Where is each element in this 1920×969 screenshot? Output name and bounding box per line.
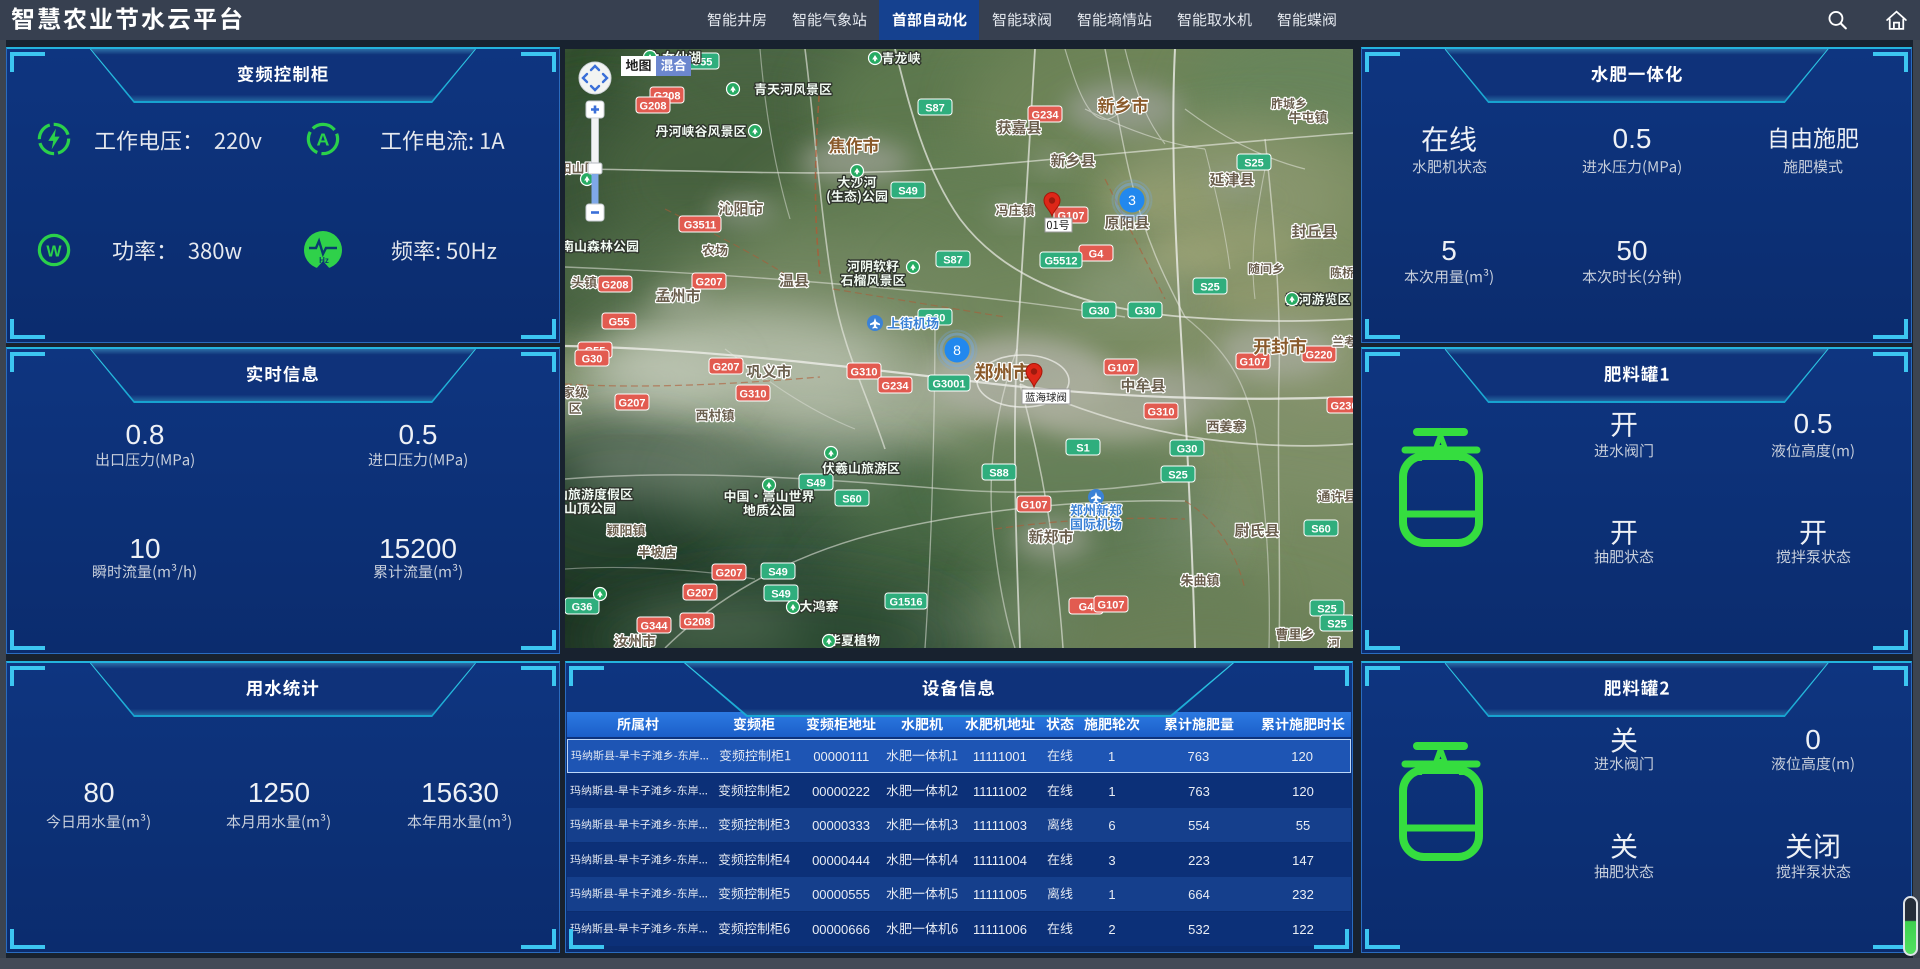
svg-text:G30: G30 [1089, 306, 1110, 318]
svg-text:S49: S49 [898, 186, 918, 198]
svg-text:8: 8 [953, 342, 961, 358]
svg-text:W: W [46, 243, 62, 261]
svg-text:G234: G234 [1032, 110, 1060, 122]
svg-text:G107: G107 [1021, 500, 1048, 512]
svg-text:G107: G107 [1098, 600, 1125, 612]
svg-text:G30: G30 [1177, 444, 1198, 456]
svg-text:G310: G310 [1148, 407, 1175, 419]
svg-text:S88: S88 [989, 468, 1009, 480]
svg-text:S87: S87 [925, 103, 945, 115]
svg-text:S25: S25 [1200, 282, 1220, 294]
svg-text:S60: S60 [1311, 524, 1331, 536]
svg-text:G4: G4 [1079, 602, 1095, 614]
svg-text:S49: S49 [806, 478, 826, 490]
svg-text:G207: G207 [716, 568, 743, 580]
svg-text:G30: G30 [1135, 306, 1156, 318]
svg-text:G207: G207 [619, 398, 646, 410]
svg-text:G230: G230 [1331, 401, 1353, 413]
svg-text:S25: S25 [1327, 619, 1347, 631]
svg-text:S25: S25 [1244, 158, 1264, 170]
svg-text:G310: G310 [740, 389, 767, 401]
svg-text:G344: G344 [641, 621, 669, 633]
svg-text:S49: S49 [768, 567, 788, 579]
svg-text:G30: G30 [582, 354, 603, 366]
svg-text:S25: S25 [1168, 470, 1188, 482]
svg-text:G4: G4 [1089, 249, 1105, 261]
svg-text:G107: G107 [1240, 357, 1267, 369]
svg-text:G3511: G3511 [684, 220, 716, 232]
svg-text:G55: G55 [609, 317, 630, 329]
svg-text:G207: G207 [696, 277, 723, 289]
svg-text:A: A [317, 130, 330, 150]
svg-text:S25: S25 [1317, 604, 1337, 616]
svg-text:G208: G208 [684, 617, 711, 629]
svg-text:G3001: G3001 [932, 379, 965, 391]
svg-text:3: 3 [1128, 192, 1136, 208]
svg-text:S49: S49 [771, 589, 791, 601]
svg-text:G1516: G1516 [889, 597, 922, 609]
svg-text:G208: G208 [640, 101, 667, 113]
svg-text:G107: G107 [1108, 363, 1135, 375]
svg-text:G220: G220 [1306, 350, 1333, 362]
svg-text:G310: G310 [851, 367, 878, 379]
svg-text:S87: S87 [943, 255, 963, 267]
svg-text:G5512: G5512 [1044, 256, 1077, 268]
svg-text:G207: G207 [713, 362, 740, 374]
svg-text:G208: G208 [602, 280, 629, 292]
svg-text:G207: G207 [687, 588, 714, 600]
svg-text:S60: S60 [842, 494, 862, 506]
svg-text:G36: G36 [572, 602, 593, 614]
svg-text:G234: G234 [882, 381, 910, 393]
svg-text:S1: S1 [1076, 443, 1089, 455]
